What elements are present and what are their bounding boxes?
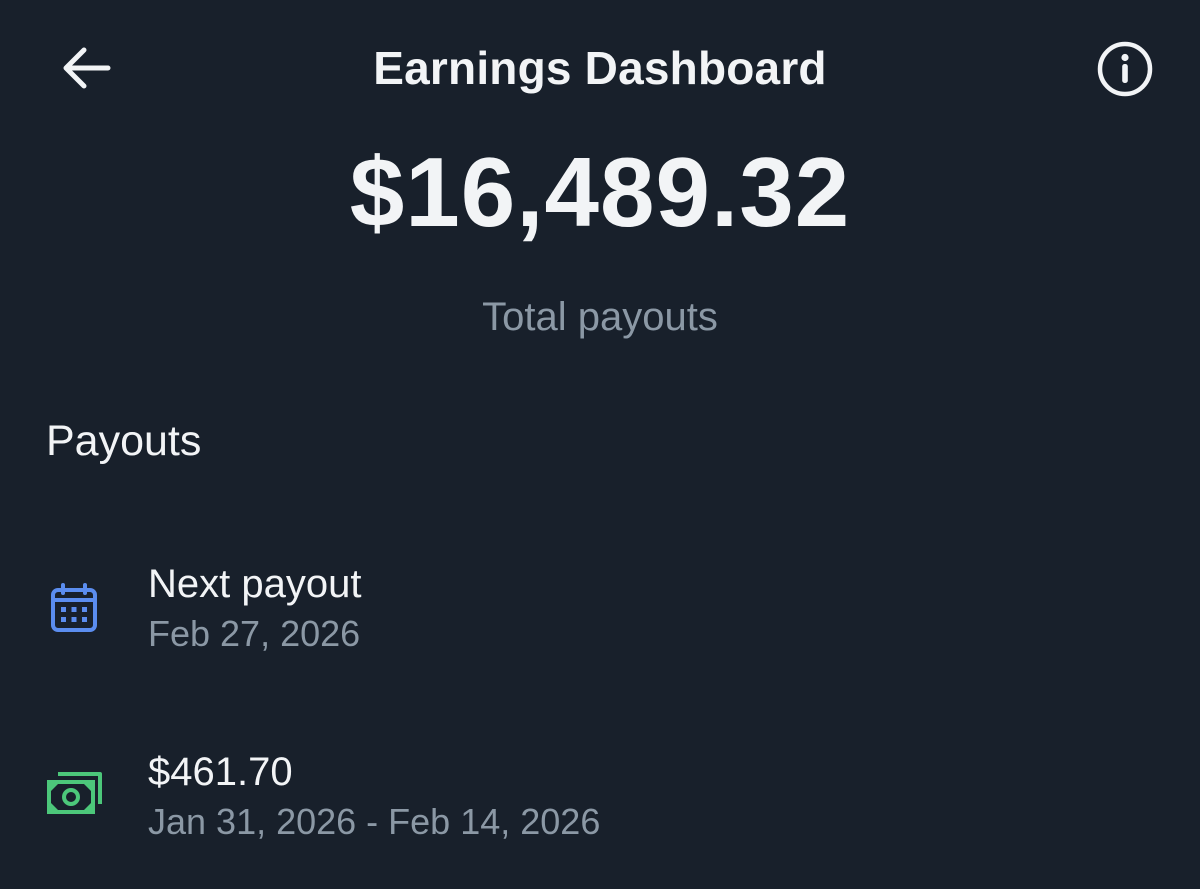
calendar-icon bbox=[46, 582, 102, 638]
next-payout-title: Next payout bbox=[148, 562, 362, 606]
total-payouts-amount: $16,489.32 bbox=[349, 137, 851, 247]
earnings-dashboard-page: Earnings Dashboard $16,489.32 Total payo… bbox=[0, 0, 1200, 889]
next-payout-row[interactable]: Next payout Feb 27, 2026 bbox=[0, 550, 1200, 670]
payout-amount: $461.70 bbox=[148, 750, 293, 794]
total-payouts-label: Total payouts bbox=[482, 295, 718, 339]
payout-period: Jan 31, 2026 - Feb 14, 2026 bbox=[148, 801, 601, 842]
payouts-section-title: Payouts bbox=[46, 417, 202, 465]
payout-history-row[interactable]: $461.70 Jan 31, 2026 - Feb 14, 2026 bbox=[0, 738, 1200, 858]
header: Earnings Dashboard bbox=[0, 0, 1200, 134]
next-payout-date: Feb 27, 2026 bbox=[148, 613, 361, 654]
cash-icon bbox=[46, 768, 102, 824]
page-title: Earnings Dashboard bbox=[373, 42, 827, 94]
info-circle-icon bbox=[1097, 41, 1153, 97]
info-button[interactable] bbox=[1094, 38, 1156, 100]
